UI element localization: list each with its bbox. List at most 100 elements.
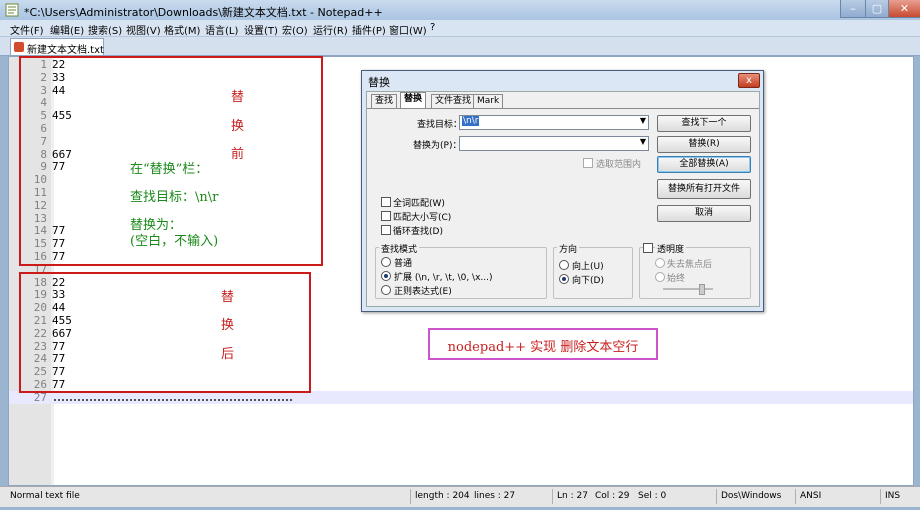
dropdown-arrow-icon[interactable]: ▼	[640, 116, 646, 125]
unsaved-file-icon	[14, 42, 24, 52]
before-label-char: 替	[231, 90, 245, 105]
instruction-text: (空白，不输入)	[130, 234, 219, 249]
transparency-on-lose-focus-label: 失去焦点后	[667, 260, 713, 270]
status-bar: Normal text file length : 204 lines : 27…	[0, 486, 920, 507]
notepad-plus-plus-icon	[5, 3, 19, 17]
status-separator	[880, 489, 881, 504]
menu-view[interactable]: 视图(V)	[126, 22, 161, 37]
after-label-char: 替	[221, 290, 235, 305]
find-label: 查找目标：	[417, 120, 463, 130]
menu-language[interactable]: 语言(L)	[205, 22, 238, 37]
after-box	[19, 272, 311, 393]
wrap-around-checkbox[interactable]	[381, 225, 391, 235]
menu-format[interactable]: 格式(M)	[164, 22, 200, 37]
dropdown-arrow-icon[interactable]: ▼	[640, 137, 646, 146]
wrap-around-label: 循环查找(D)	[393, 227, 443, 237]
mode-extended-label: 扩展 (\n, \r, \t, \0, \x...)	[394, 273, 493, 283]
mode-regex-radio[interactable]	[381, 285, 391, 295]
direction-down-radio[interactable]	[559, 274, 569, 284]
dotted-underline	[54, 399, 292, 401]
status-separator	[716, 489, 717, 504]
menu-run[interactable]: 运行(R)	[313, 22, 348, 37]
before-label-char: 换	[231, 119, 245, 134]
direction-title: 方向	[557, 242, 580, 255]
status-eol: Dos\Windows	[721, 491, 782, 501]
transparency-always-radio[interactable]	[655, 272, 665, 282]
menu-bar: 文件(F) 编辑(E) 搜索(S) 视图(V) 格式(M) 语言(L) 设置(T…	[0, 20, 920, 37]
transparency-on-lose-focus-radio[interactable]	[655, 258, 665, 268]
status-column: Col : 29	[595, 491, 630, 501]
find-input[interactable]: \n\r ▼	[459, 115, 649, 130]
transparency-title: 透明度	[655, 242, 687, 255]
menu-macro[interactable]: 宏(O)	[282, 22, 308, 37]
mode-normal-radio[interactable]	[381, 257, 391, 267]
menu-search[interactable]: 搜索(S)	[88, 22, 122, 37]
direction-up-radio[interactable]	[559, 260, 569, 270]
menu-help[interactable]: ?	[430, 22, 435, 33]
instruction-text: 查找目标：\n\r	[130, 190, 219, 205]
status-insert-mode: INS	[885, 491, 901, 501]
instruction-text: 在“替换”栏：	[130, 162, 209, 177]
menu-plugins[interactable]: 插件(P)	[352, 22, 386, 37]
tab-find[interactable]: 查找	[371, 94, 398, 108]
menu-window[interactable]: 窗口(W)	[389, 22, 427, 37]
mode-normal-label: 普通	[394, 259, 413, 269]
transparency-checkbox[interactable]	[643, 243, 653, 253]
menu-edit[interactable]: 编辑(E)	[50, 22, 84, 37]
title-bar: *C:\Users\Administrator\Downloads\新建文本文档…	[0, 0, 920, 20]
tab-document[interactable]: 新建文本文档.txt	[10, 38, 104, 56]
match-whole-word-label: 全词匹配(W)	[393, 199, 445, 209]
after-label-char: 换	[221, 318, 235, 333]
match-case-label: 匹配大小写(C)	[393, 213, 452, 223]
match-whole-word-checkbox[interactable]	[381, 197, 391, 207]
status-encoding: ANSI	[800, 491, 822, 501]
find-value: \n\r	[462, 116, 480, 126]
replace-all-button[interactable]: 全部替换(A)	[657, 156, 751, 173]
menu-settings[interactable]: 设置(T)	[244, 22, 278, 37]
status-selection: Sel : 0	[638, 491, 667, 501]
mode-extended-radio[interactable]	[381, 271, 391, 281]
status-separator	[795, 489, 796, 504]
replace-button[interactable]: 替换(R)	[657, 136, 751, 153]
direction-down-label: 向下(D)	[572, 276, 604, 286]
status-length: length : 204	[415, 491, 470, 501]
status-line-number: Ln : 27	[557, 491, 588, 501]
maximize-button[interactable]: ▢	[865, 0, 889, 18]
replace-label: 替换为(P)：	[413, 141, 462, 151]
window-controls: – ▢ ✕	[840, 0, 920, 18]
dialog-close-button[interactable]: x	[738, 73, 760, 88]
status-lines: lines : 27	[474, 491, 516, 501]
transparency-slider[interactable]	[663, 288, 713, 290]
transparency-always-label: 始终	[667, 274, 686, 284]
menu-file[interactable]: 文件(F)	[10, 22, 44, 37]
direction-up-label: 向上(U)	[572, 262, 604, 272]
replace-dialog: 替换 x 查找 替换 文件查找 Mark 查找目标： \n\r ▼ 替换为(P)…	[361, 70, 764, 312]
search-mode-title: 查找模式	[379, 242, 420, 255]
window-title: *C:\Users\Administrator\Downloads\新建文本文档…	[24, 6, 383, 19]
dialog-title: 替换	[368, 76, 390, 89]
before-label-char: 前	[231, 147, 245, 162]
tab-label: 新建文本文档.txt	[27, 45, 104, 56]
close-button[interactable]: ✕	[888, 0, 920, 18]
match-case-checkbox[interactable]	[381, 211, 391, 221]
find-next-button[interactable]: 查找下一个	[657, 115, 751, 132]
status-separator	[552, 489, 553, 504]
tab-replace[interactable]: 替换	[400, 92, 427, 108]
status-file-type: Normal text file	[10, 491, 80, 501]
tab-bar: 新建文本文档.txt	[0, 37, 920, 56]
caption-box: nodepad++ 实现 删除文本空行	[428, 328, 658, 360]
cancel-button[interactable]: 取消	[657, 205, 751, 222]
status-separator	[410, 489, 411, 504]
in-selection-label: 选取范围内	[596, 160, 642, 170]
minimize-button[interactable]: –	[840, 0, 866, 18]
tab-mark[interactable]: Mark	[473, 94, 504, 108]
mode-regex-label: 正则表达式(E)	[394, 287, 452, 297]
replace-input[interactable]: ▼	[459, 136, 649, 151]
tab-find-in-files[interactable]: 文件查找	[431, 94, 476, 108]
tab-divider	[367, 108, 759, 109]
dialog-body: 查找 替换 文件查找 Mark 查找目标： \n\r ▼ 替换为(P)： ▼ 选…	[366, 91, 760, 307]
in-selection-checkbox[interactable]	[583, 158, 593, 168]
after-label-char: 后	[221, 347, 235, 362]
slider-thumb[interactable]	[699, 284, 705, 295]
replace-all-open-files-button[interactable]: 替换所有打开文件	[657, 179, 751, 199]
